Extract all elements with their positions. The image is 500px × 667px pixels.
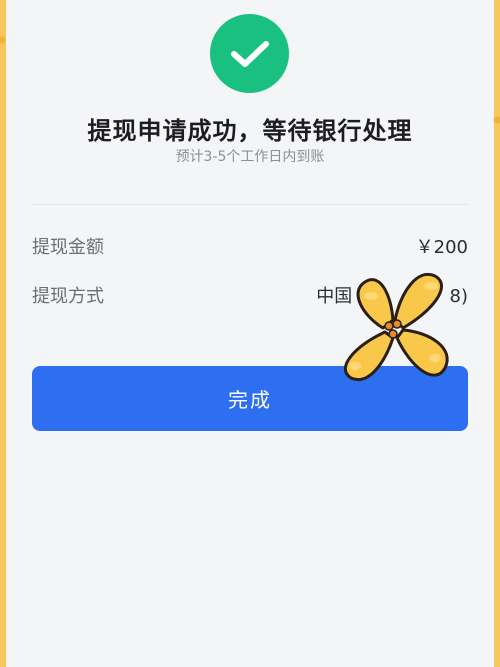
photo-frame: 提现申请成功，等待银行处理 预计3-5个工作日内到账 提现金额 ￥200 提现方… (0, 0, 500, 667)
success-check-icon (210, 14, 289, 93)
section-divider (32, 204, 468, 205)
withdraw-success-screen: 提现申请成功，等待银行处理 预计3-5个工作日内到账 提现金额 ￥200 提现方… (6, 0, 494, 667)
result-subtitle: 预计3-5个工作日内到账 (175, 149, 325, 165)
result-title: 提现申请成功，等待银行处理 (87, 117, 413, 145)
withdraw-amount-label: 提现金额 (32, 237, 104, 258)
withdraw-amount-row: 提现金额 ￥200 (32, 231, 468, 261)
withdraw-method-label: 提现方式 (32, 286, 104, 307)
flower-sticker-icon (344, 272, 449, 382)
withdraw-amount-value: ￥200 (415, 237, 468, 258)
check-icon (230, 40, 269, 67)
